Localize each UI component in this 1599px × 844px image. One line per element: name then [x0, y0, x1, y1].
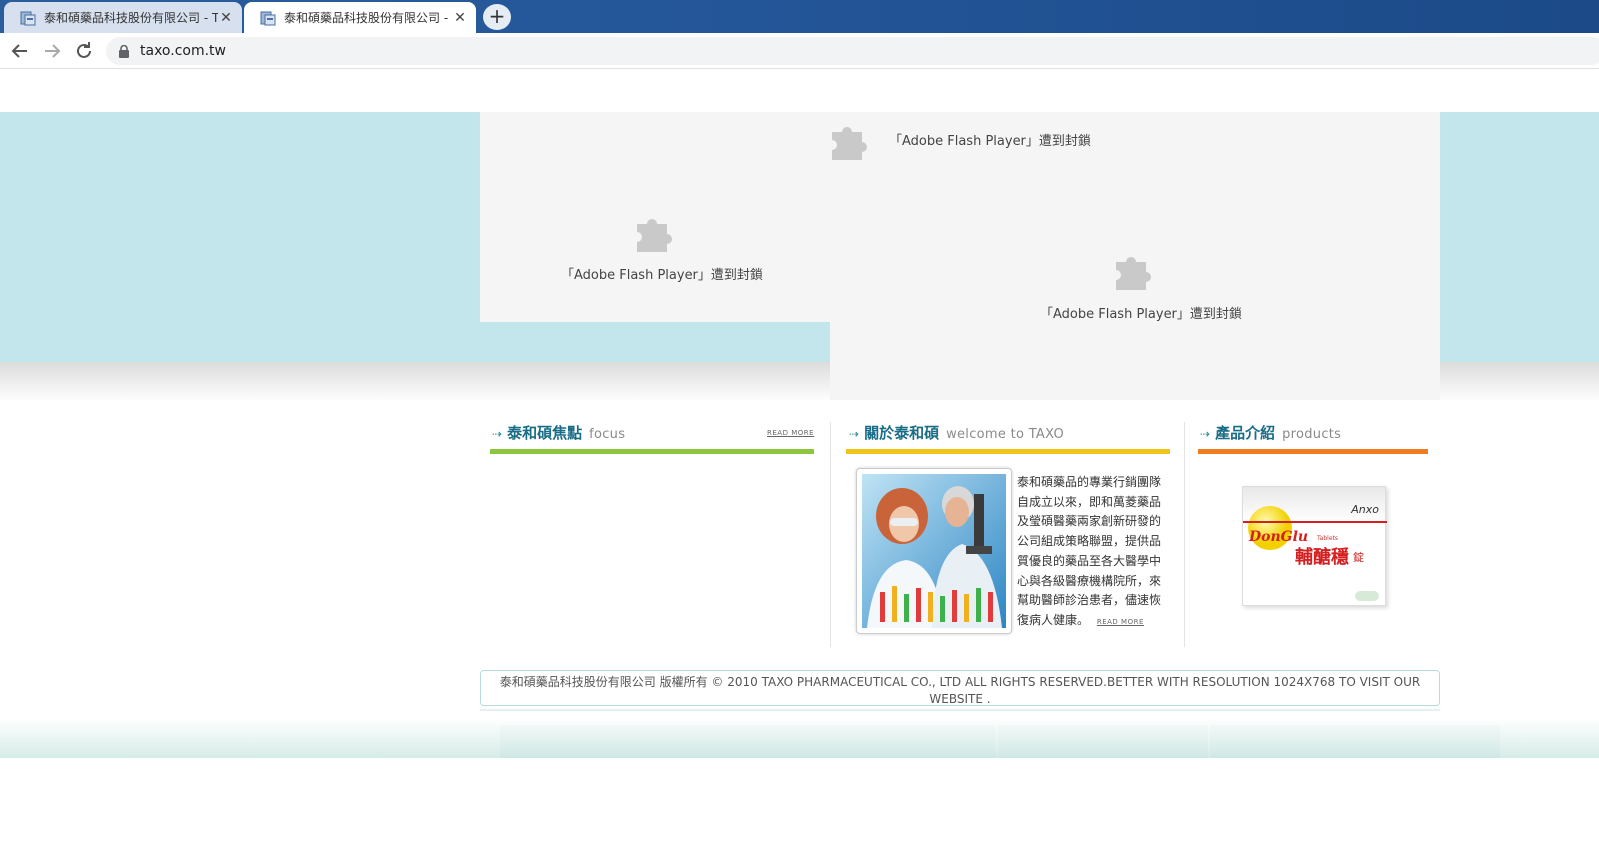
close-tab-icon[interactable]: ✕ [218, 10, 234, 26]
section-arrow-icon: ⇢ [492, 427, 503, 441]
product-name: 輔醣穩 [1295, 547, 1349, 568]
tab-title: 泰和碩藥品科技股份有限公司 - T [284, 11, 452, 25]
flash-blocked-message: 「Adobe Flash Player」遭到封鎖 [889, 134, 1091, 149]
section-arrow-icon: ⇢ [849, 427, 860, 441]
puzzle-piece-icon [832, 127, 867, 160]
product-box-image[interactable]: Anxo DonGlu Tablets 輔醣穩 錠 [1242, 486, 1387, 606]
reload-icon[interactable] [72, 39, 96, 63]
lock-icon[interactable] [118, 44, 130, 58]
column-divider [830, 422, 831, 647]
flash-blocked-message: 「Adobe Flash Player」遭到封鎖 [561, 268, 763, 283]
focus-rule [490, 449, 814, 454]
focus-read-more-link[interactable]: READ MORE [767, 429, 814, 437]
browser-toolbar: taxo.com.tw [0, 33, 1599, 69]
products-section-title: ⇢ 產品介紹 products [1200, 424, 1342, 442]
about-body-text: 泰和碩藥品的專業行銷團隊自成立以來，即和萬菱藥品及瑩碩醫藥兩家創新研發的公司組成… [1017, 475, 1162, 627]
lab-photo-image [862, 474, 1006, 628]
web-page: 「Adobe Flash Player」遭到封鎖 「Adobe Flash Pl… [0, 70, 1599, 844]
footer-panel-2 [998, 725, 1208, 758]
about-section-title: ⇢ 關於泰和碩 welcome to TAXO [849, 424, 1065, 442]
column-divider [1184, 422, 1185, 647]
about-read-more-link[interactable]: READ MORE [1097, 618, 1144, 626]
products-rule [1198, 449, 1428, 454]
flash-blocked-message: 「Adobe Flash Player」遭到封鎖 [1040, 307, 1242, 322]
tab-title: 泰和碩藥品科技股份有限公司 - T [44, 11, 218, 25]
puzzle-piece-icon [1116, 257, 1151, 290]
footer-panel-3 [1210, 725, 1500, 758]
close-tab-icon[interactable]: ✕ [452, 10, 468, 26]
footer-divider [480, 709, 1440, 711]
browser-tab-2[interactable]: 泰和碩藥品科技股份有限公司 - T ✕ [244, 2, 476, 33]
focus-section-title: ⇢ 泰和碩焦點 focus [492, 424, 626, 442]
section-arrow-icon: ⇢ [1200, 427, 1211, 441]
site-favicon-icon [20, 11, 36, 25]
footer-panel-1 [500, 725, 996, 758]
address-bar[interactable]: taxo.com.tw [106, 37, 1599, 65]
flash-placeholder-right[interactable] [830, 322, 1440, 400]
scientists-photo [856, 468, 1012, 634]
about-rule [846, 449, 1170, 454]
browser-tab-1[interactable]: 泰和碩藥品科技股份有限公司 - T ✕ [4, 2, 242, 33]
product-maker: Anxo [1351, 503, 1379, 516]
footer-copyright: 泰和碩藥品科技股份有限公司 版權所有 © 2010 TAXO PHARMACEU… [480, 670, 1440, 706]
product-brand-sub: Tablets [1317, 535, 1338, 542]
site-favicon-icon [260, 11, 276, 25]
product-suffix: 錠 [1353, 551, 1364, 564]
new-tab-button[interactable]: + [483, 4, 511, 30]
forward-arrow-icon[interactable] [40, 39, 64, 63]
product-stripe [1243, 521, 1387, 523]
puzzle-piece-icon [637, 219, 672, 252]
url-text: taxo.com.tw [140, 43, 226, 59]
back-arrow-icon[interactable] [8, 39, 32, 63]
product-tablets [1355, 591, 1379, 601]
tab-strip: 泰和碩藥品科技股份有限公司 - T ✕ 泰和碩藥品科技股份有限公司 - T ✕ … [0, 0, 1599, 33]
